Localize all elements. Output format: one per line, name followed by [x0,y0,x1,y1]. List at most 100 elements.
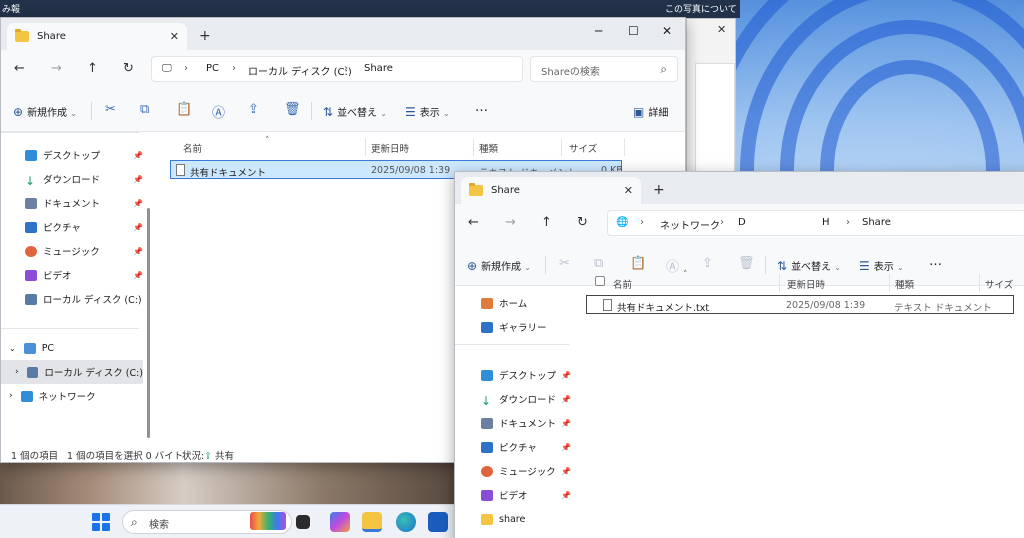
pin-icon[interactable]: 📌 [561,419,571,428]
column-divider[interactable] [624,138,625,156]
close-icon[interactable]: ✕ [662,24,672,38]
edge-icon[interactable] [396,512,416,532]
sidebar-item-videos[interactable]: ビデオ 📌 [481,484,571,506]
table-row[interactable]: 共有ドキュメント.txt 2025/09/08 1:39 テキスト ドキュメント [586,295,1014,314]
sidebar-item-documents[interactable]: ドキュメント 📌 [25,192,147,214]
pin-icon[interactable]: 📌 [561,443,571,452]
column-divider[interactable] [561,138,562,156]
chevron-right-icon[interactable]: › [344,63,348,74]
chevron-down-icon[interactable]: ⌄ [9,344,16,353]
sidebar-item-pictures[interactable]: ピクチャ 📌 [25,216,147,238]
copy-icon[interactable]: ⧉ [594,256,603,271]
chevron-right-icon[interactable]: › [15,367,19,377]
sidebar-item-downloads[interactable]: ↓ ダウンロード 📌 [25,168,147,190]
sidebar-item-desktop[interactable]: デスクトップ 📌 [25,144,147,166]
column-divider[interactable] [365,138,366,156]
tab-share[interactable]: Share ✕ [7,23,187,50]
forward-icon[interactable]: → [51,61,62,76]
chevron-right-icon[interactable]: › [9,391,13,401]
paste-icon[interactable]: 📋 [176,102,192,117]
new-tab-icon[interactable]: + [199,28,211,44]
refresh-icon[interactable]: ↻ [577,215,588,230]
task-view-icon[interactable] [296,515,310,529]
delete-icon[interactable]: 🗑 [284,102,301,117]
breadcrumb-network[interactable]: ネットワーク [660,217,720,232]
copy-icon[interactable]: ⧉ [140,102,149,117]
column-header-modified[interactable]: 更新日時 [787,277,825,291]
column-header-modified[interactable]: 更新日時 [371,141,409,155]
breadcrumb-local-disk[interactable]: ローカル ディスク (C:) [248,63,352,78]
tree-item-pc[interactable]: ⌄ PC [9,337,139,359]
paste-icon[interactable]: 📋 [630,256,646,271]
sort-button[interactable]: ⇅ 並べ替え ⌄ [323,104,387,119]
up-icon[interactable]: ↑ [87,61,98,76]
cut-icon[interactable]: ✂ [559,256,570,271]
sidebar-item-downloads[interactable]: ↓ ダウンロード 📌 [481,388,571,410]
breadcrumb-share[interactable]: Share [862,217,891,228]
address-bar[interactable]: 🌐 › ネットワーク › D H › Share [607,210,1024,236]
up-icon[interactable]: ↑ [541,215,552,230]
new-button[interactable]: ⊕ 新規作成 ⌄ [467,258,531,273]
share-icon[interactable]: ⇪ [248,102,259,117]
file-explorer-taskbar-icon[interactable] [362,512,382,532]
cut-icon[interactable]: ✂ [105,102,116,117]
pin-icon[interactable]: 📌 [561,467,571,476]
view-button[interactable]: ☰ 表示 ⌄ [405,104,450,119]
chevron-right-icon[interactable]: › [846,217,850,228]
chevron-right-icon[interactable]: › [720,217,724,228]
sidebar-scrollbar[interactable] [147,208,150,438]
address-bar[interactable]: 🖵 › PC › ローカル ディスク (C:) › Share [151,56,523,82]
breadcrumb-host-suffix[interactable]: H [822,217,830,228]
new-tab-icon[interactable]: + [653,182,665,198]
column-divider[interactable] [889,274,890,292]
more-options-button[interactable]: … [475,100,488,115]
rename-icon[interactable]: Ⓐ [212,102,225,121]
more-options-button[interactable]: … [929,254,942,269]
column-divider[interactable] [779,274,780,292]
chevron-right-icon[interactable]: › [640,217,644,228]
sidebar-item-home[interactable]: ホーム [481,292,567,314]
column-header-size[interactable]: サイズ [569,141,597,155]
tree-item-local-disk[interactable]: › ローカル ディスク (C:) [15,361,143,383]
chevron-right-icon[interactable]: › [232,63,236,74]
select-all-checkbox[interactable] [595,276,605,286]
sidebar-item-desktop[interactable]: デスクトップ 📌 [481,364,571,386]
pin-icon[interactable]: 📌 [133,175,143,184]
chevron-right-icon[interactable]: › [184,63,188,74]
column-header-name[interactable]: 名前 [183,141,202,155]
search-highlight-icon[interactable] [250,512,286,530]
store-icon[interactable] [428,512,448,532]
breadcrumb-pc[interactable]: PC [206,63,219,74]
sidebar-item-local-disk[interactable]: ローカル ディスク (C:) [25,288,147,310]
details-pane-button[interactable]: ▣ 詳細 [633,104,668,119]
pin-icon[interactable]: 📌 [133,271,143,280]
back-icon[interactable]: ← [468,215,479,230]
pin-icon[interactable]: 📌 [561,395,571,404]
pin-icon[interactable]: 📌 [561,491,571,500]
back-icon[interactable]: ← [14,61,25,76]
minimize-icon[interactable]: ─ [595,24,602,38]
new-button[interactable]: ⊕ 新規作成 ⌄ [13,104,77,119]
column-header-name[interactable]: 名前 [613,277,632,291]
pin-icon[interactable]: 📌 [133,151,143,160]
breadcrumb-share[interactable]: Share [364,63,393,74]
pin-icon[interactable]: 📌 [133,247,143,256]
column-header-type[interactable]: 種類 [895,277,914,291]
view-button[interactable]: ☰ 表示 ⌄ [859,258,904,273]
pin-icon[interactable]: 📌 [133,199,143,208]
copilot-icon[interactable] [330,512,350,532]
background-window-close-icon[interactable]: ✕ [717,23,726,36]
sidebar-item-music[interactable]: ミュージック 📌 [25,240,147,262]
column-header-size[interactable]: サイズ [985,277,1013,291]
tree-item-network[interactable]: › ネットワーク [9,385,139,407]
pin-icon[interactable]: 📌 [133,223,143,232]
sidebar-item-music[interactable]: ミュージック 📌 [481,460,571,482]
pin-icon[interactable]: 📌 [561,371,571,380]
sort-button[interactable]: ⇅ 並べ替え ⌄ [777,258,841,273]
sidebar-item-gallery[interactable]: ギャラリー [481,316,567,338]
sidebar-item-share[interactable]: share [481,508,569,530]
share-icon[interactable]: ⇪ [702,256,713,271]
sidebar-item-documents[interactable]: ドキュメント 📌 [481,412,571,434]
maximize-icon[interactable]: ☐ [628,24,639,38]
delete-icon[interactable]: 🗑 [738,256,755,271]
